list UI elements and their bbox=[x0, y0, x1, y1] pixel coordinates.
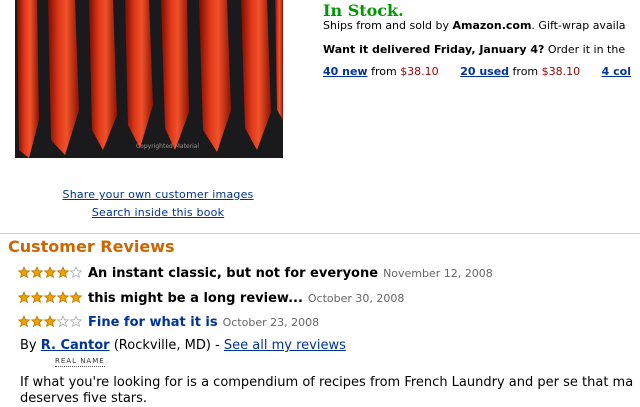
customer-reviews-heading: Customer Reviews bbox=[8, 237, 175, 256]
review-title[interactable]: Fine for what it is bbox=[88, 315, 218, 330]
used-price: $38.10 bbox=[541, 65, 581, 78]
seller-name: Amazon.com bbox=[452, 19, 532, 32]
new-price: $38.10 bbox=[400, 65, 439, 78]
review-date: October 23, 2008 bbox=[222, 316, 320, 329]
review-date: November 12, 2008 bbox=[383, 267, 493, 280]
star-rating-icon bbox=[17, 291, 84, 307]
review-summary: Fine for what it is October 23, 2008 bbox=[17, 315, 320, 331]
star-empty-icon bbox=[69, 315, 83, 328]
star-filled-icon bbox=[30, 291, 44, 304]
collectible-offers-link[interactable]: 4 col bbox=[602, 65, 631, 78]
star-filled-icon bbox=[43, 315, 57, 328]
see-all-reviews-link[interactable]: See all my reviews bbox=[224, 338, 346, 353]
product-image[interactable]: Copyrighted Material bbox=[15, 0, 283, 158]
star-filled-icon bbox=[43, 266, 57, 279]
image-watermark: Copyrighted Material bbox=[136, 143, 200, 150]
review-summary: this might be a long review... October 30… bbox=[17, 291, 405, 307]
red-peppers-photo bbox=[15, 0, 283, 158]
star-filled-icon bbox=[17, 315, 31, 328]
star-filled-icon bbox=[30, 266, 44, 279]
section-divider bbox=[0, 233, 640, 234]
star-filled-icon bbox=[17, 266, 31, 279]
availability-status: In Stock. bbox=[323, 1, 404, 20]
review-title[interactable]: An instant classic, but not for everyone bbox=[88, 266, 378, 281]
star-filled-icon bbox=[17, 291, 31, 304]
review-body: If what you're looking for is a compendi… bbox=[20, 375, 634, 406]
share-customer-images-link[interactable]: Share your own customer images bbox=[63, 188, 254, 201]
used-offers-link[interactable]: 20 used bbox=[460, 65, 509, 78]
star-filled-icon bbox=[30, 315, 44, 328]
star-filled-icon bbox=[69, 291, 83, 304]
reviewer-byline: By R. Cantor (Rockville, MD) - See all m… bbox=[20, 338, 346, 353]
star-filled-icon bbox=[56, 291, 70, 304]
search-inside-link[interactable]: Search inside this book bbox=[92, 206, 224, 219]
ships-from-text: Ships from and sold by Amazon.com. Gift-… bbox=[323, 19, 626, 32]
offers-line: 40 new from $38.10 20 used from $38.10 4… bbox=[323, 65, 631, 78]
delivery-text: Want it delivered Friday, January 4? Ord… bbox=[323, 43, 626, 56]
new-offers-link[interactable]: 40 new bbox=[323, 65, 368, 78]
star-filled-icon bbox=[56, 266, 70, 279]
star-filled-icon bbox=[43, 291, 57, 304]
reviewer-name-link[interactable]: R. Cantor bbox=[41, 338, 110, 353]
star-rating-icon bbox=[17, 266, 84, 282]
real-name-badge[interactable]: REAL NAME bbox=[55, 357, 105, 367]
review-date: October 30, 2008 bbox=[307, 292, 405, 305]
star-empty-icon bbox=[56, 315, 70, 328]
review-title[interactable]: this might be a long review... bbox=[88, 291, 303, 306]
star-rating-icon bbox=[17, 315, 84, 331]
star-empty-icon bbox=[69, 266, 83, 279]
review-summary: An instant classic, but not for everyone… bbox=[17, 266, 493, 282]
